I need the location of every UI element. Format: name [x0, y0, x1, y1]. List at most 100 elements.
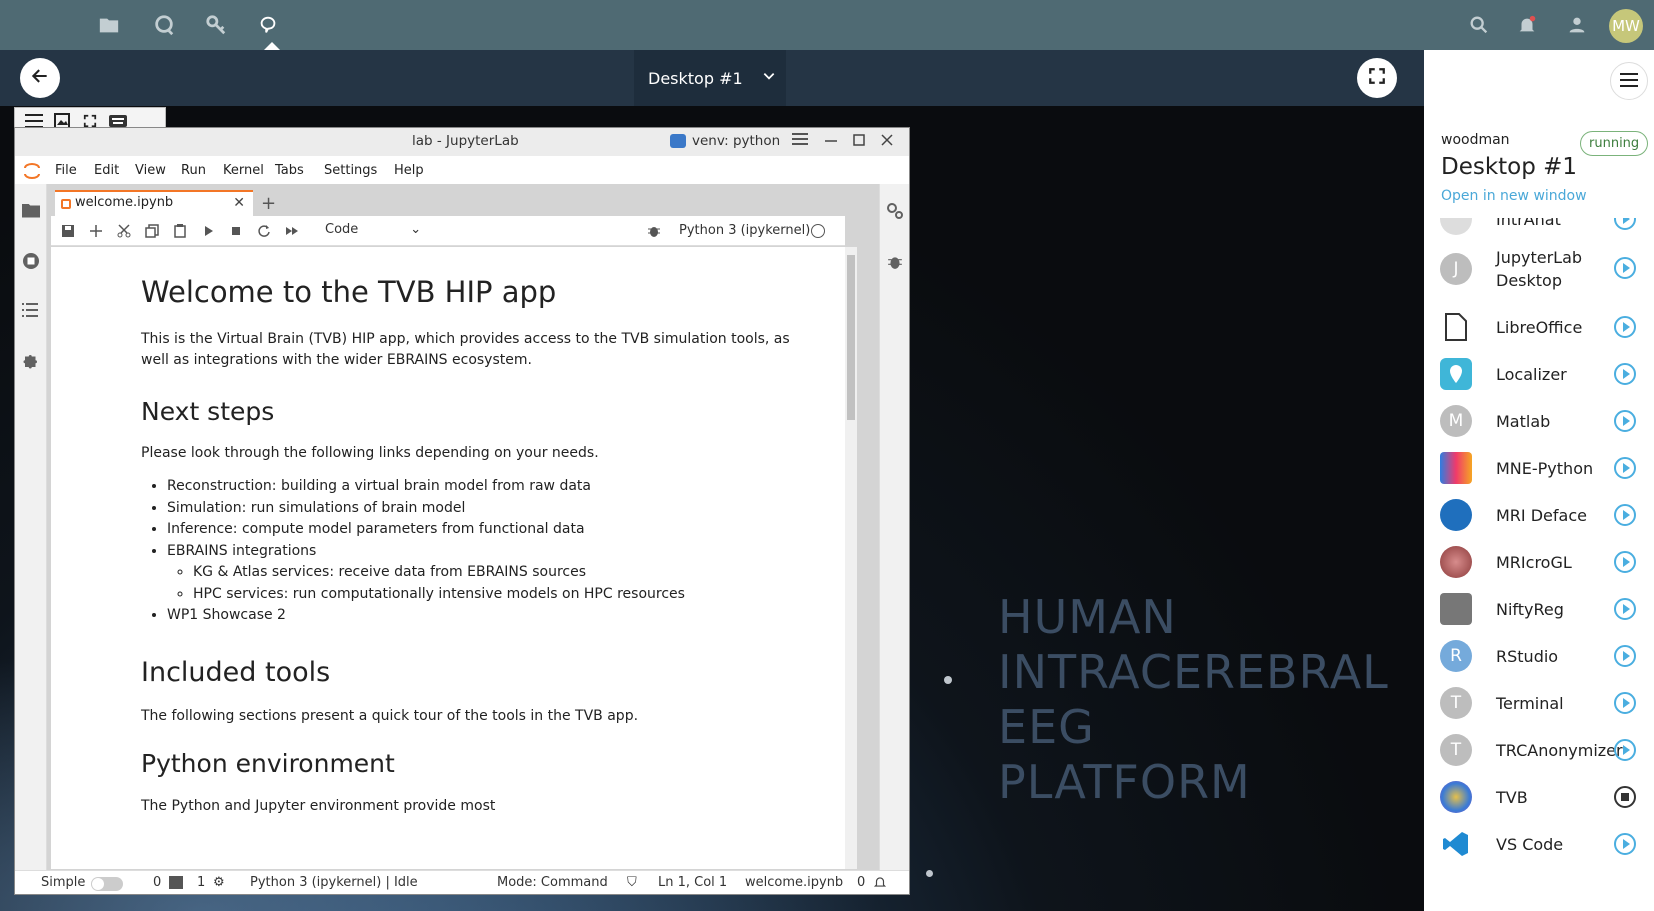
minimize-icon[interactable]	[825, 133, 837, 151]
running-icon[interactable]	[22, 252, 40, 270]
play-icon[interactable]	[1614, 457, 1636, 479]
fullscreen-button[interactable]	[1357, 58, 1397, 98]
save-icon[interactable]	[61, 224, 75, 238]
close-icon[interactable]: ✕	[233, 195, 245, 211]
add-tab-button[interactable]: +	[261, 193, 276, 214]
play-icon[interactable]	[1614, 218, 1636, 230]
menu-help[interactable]: Help	[394, 163, 424, 178]
app-item-intranat[interactable]: IntrAnat	[1424, 218, 1654, 242]
play-icon[interactable]	[1614, 645, 1636, 667]
venv-indicator[interactable]: venv: python	[670, 133, 809, 149]
play-icon[interactable]	[1614, 739, 1636, 761]
stop-icon[interactable]	[1614, 786, 1636, 808]
cursor-position[interactable]: Ln 1, Col 1	[658, 875, 727, 890]
fast-forward-icon[interactable]	[285, 224, 299, 238]
list-item[interactable]: KG & Atlas services: receive data from E…	[193, 562, 801, 584]
python-icon	[670, 134, 686, 148]
extension-icon[interactable]	[22, 352, 40, 370]
cut-icon[interactable]	[117, 224, 131, 238]
menu-kernel[interactable]: Kernel	[223, 163, 264, 178]
kernel-status-icon	[811, 224, 825, 238]
play-icon[interactable]	[1614, 692, 1636, 714]
avatar[interactable]: MW	[1609, 9, 1643, 43]
menu-view[interactable]: View	[135, 163, 166, 178]
list-item[interactable]: Reconstruction: building a virtual brain…	[167, 476, 801, 498]
bug-icon[interactable]	[647, 224, 661, 238]
app-item-niftyreg[interactable]: NiftyReg	[1424, 586, 1654, 632]
restart-icon[interactable]	[257, 224, 271, 238]
app-item-tvb[interactable]: TVB	[1424, 774, 1654, 820]
menu-settings[interactable]: Settings	[324, 163, 377, 178]
app-name: MRIcroGL	[1496, 553, 1572, 572]
brain-icon[interactable]	[255, 12, 281, 38]
kernel-name[interactable]: Python 3 (ipykernel)	[679, 223, 810, 238]
play-icon[interactable]	[1614, 316, 1636, 338]
play-icon[interactable]	[1614, 551, 1636, 573]
bell-icon[interactable]	[1514, 12, 1540, 38]
play-icon[interactable]	[1614, 504, 1636, 526]
app-item-rstudio[interactable]: R RStudio	[1424, 633, 1654, 679]
list-item[interactable]: WP1 Showcase 2	[167, 605, 801, 627]
simple-mode-toggle[interactable]	[91, 877, 123, 891]
app-item-mne-python[interactable]: MNE-Python	[1424, 445, 1654, 491]
app-name: VS Code	[1496, 835, 1564, 854]
jupyterlab-window: lab - JupyterLab venv: python File Edit …	[14, 127, 910, 895]
app-item-mri-deface[interactable]: MRI Deface	[1424, 492, 1654, 538]
list-item-label[interactable]: EBRAINS integrations	[167, 543, 316, 559]
back-button[interactable]	[20, 58, 60, 98]
search-icon[interactable]	[1466, 12, 1492, 38]
notebook-scrollbar[interactable]	[845, 247, 857, 869]
app-item-libreoffice[interactable]: LibreOffice	[1424, 304, 1654, 350]
menu-icon[interactable]	[792, 133, 809, 149]
panel-menu-button[interactable]	[1610, 62, 1648, 100]
app-item-vscode[interactable]: VS Code	[1424, 821, 1654, 867]
stop-icon[interactable]	[229, 224, 243, 238]
desktop-select[interactable]: Desktop #1	[634, 50, 786, 106]
scrollbar-thumb[interactable]	[847, 255, 855, 420]
run-icon[interactable]	[201, 224, 215, 238]
tab-welcome[interactable]: welcome.ipynb ✕	[55, 190, 253, 216]
folder-icon[interactable]	[22, 202, 40, 220]
app-name: Terminal	[1496, 694, 1564, 713]
list-item[interactable]: Inference: compute model parameters from…	[167, 519, 801, 541]
maximize-icon[interactable]	[853, 134, 865, 150]
menu-tabs[interactable]: Tabs	[275, 163, 304, 178]
app-item-trcanonymizer[interactable]: T TRCAnonymizer	[1424, 727, 1654, 773]
play-icon[interactable]	[1614, 833, 1636, 855]
chat-icon[interactable]	[151, 12, 177, 38]
open-new-window-link[interactable]: Open in new window	[1441, 188, 1587, 204]
app-item-mricrogl[interactable]: MRIcroGL	[1424, 539, 1654, 585]
tab-label: welcome.ipynb	[75, 195, 174, 210]
property-inspector-icon[interactable]	[886, 202, 904, 224]
add-cell-icon[interactable]	[89, 224, 103, 238]
toc-icon[interactable]	[22, 302, 40, 320]
menu-file[interactable]: File	[55, 163, 77, 178]
left-sidebar	[15, 184, 47, 880]
app-item-matlab[interactable]: M Matlab	[1424, 398, 1654, 444]
list-item[interactable]: Simulation: run simulations of brain mod…	[167, 498, 801, 520]
key-icon[interactable]	[203, 12, 229, 38]
list-item[interactable]: HPC services: run computationally intens…	[193, 584, 801, 606]
app-item-localizer[interactable]: Localizer	[1424, 351, 1654, 397]
close-icon[interactable]	[881, 134, 893, 150]
app-item-terminal[interactable]: T Terminal	[1424, 680, 1654, 726]
app-item-jupyterlab-desktop[interactable]: J JupyterLab Desktop	[1424, 241, 1654, 297]
kernel-status[interactable]: Python 3 (ipykernel) | Idle	[250, 875, 418, 890]
menu-edit[interactable]: Edit	[94, 163, 119, 178]
play-icon[interactable]	[1614, 410, 1636, 432]
vscode-icon	[1440, 828, 1472, 860]
play-icon[interactable]	[1614, 598, 1636, 620]
users-icon[interactable]	[1564, 12, 1590, 38]
status-bar: Simple 0 1 ⚙ Python 3 (ipykernel) | Idle…	[15, 870, 909, 894]
menu-run[interactable]: Run	[181, 163, 206, 178]
folder-icon[interactable]	[96, 12, 122, 38]
play-icon[interactable]	[1614, 363, 1636, 385]
play-icon[interactable]	[1614, 257, 1636, 279]
bell-icon[interactable]	[873, 875, 887, 893]
paste-icon[interactable]	[173, 224, 187, 238]
cell-type-select[interactable]: Code ⌄	[325, 222, 421, 237]
debugger-icon[interactable]	[887, 254, 903, 274]
terminal-icon	[169, 876, 183, 889]
copy-icon[interactable]	[145, 224, 159, 238]
app-name: Localizer	[1496, 365, 1567, 384]
